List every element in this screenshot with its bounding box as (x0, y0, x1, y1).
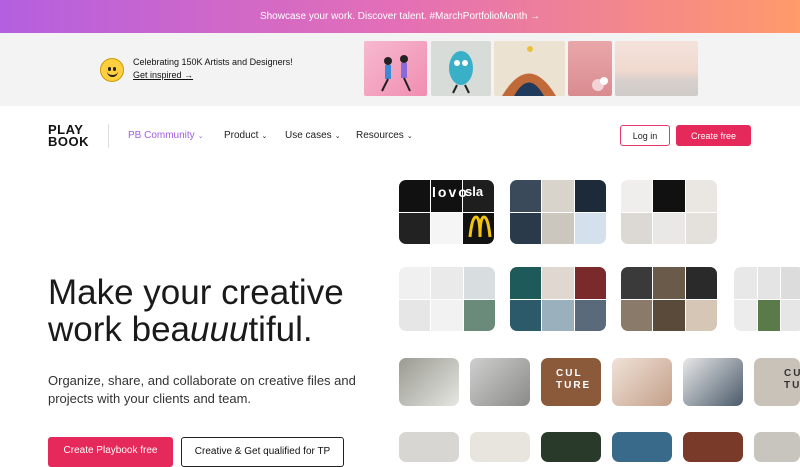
main-nav: PLAY BOOK PB Community ⌄ Product ⌄ Use cas… (0, 106, 800, 166)
gallery-tile-notebooks[interactable] (621, 180, 717, 244)
announcement-text[interactable]: Showcase your work. Discover talent. #Ma… (260, 11, 540, 22)
banner-thumb-arch[interactable] (494, 41, 565, 96)
gallery-tile-6[interactable] (399, 358, 459, 406)
hero-heading: Make your creative work beauuutiful. (48, 273, 344, 349)
announcement-bar[interactable]: Showcase your work. Discover talent. #Ma… (0, 0, 800, 33)
hero-subtext: Organize, share, and collaborate on crea… (48, 373, 356, 406)
gallery-tile-13[interactable] (470, 432, 530, 462)
smiley-icon (100, 58, 124, 82)
create-free-button[interactable]: Create free (676, 125, 751, 146)
gallery-tile-16[interactable] (683, 432, 743, 462)
banner-title: Celebrating 150K Artists and Designers! (133, 57, 293, 67)
gallery-tile-17[interactable] (754, 432, 800, 462)
banner-link[interactable]: Get inspired → (133, 70, 193, 80)
gallery-tile-desk[interactable] (399, 267, 495, 331)
banner-thumb-pink[interactable] (568, 41, 612, 96)
playbook-logo[interactable]: PLAY BOOK (48, 123, 89, 148)
mcdonalds-logo-icon (468, 215, 492, 238)
banner-thumb-sea[interactable] (615, 41, 698, 96)
gallery-tile-9[interactable] (612, 358, 672, 406)
hero-primary-cta[interactable]: Create Playbook free (48, 437, 173, 467)
gallery-tile-15[interactable] (612, 432, 672, 462)
nav-product[interactable]: Product ⌄ (224, 130, 267, 141)
gallery-tile-plant[interactable] (734, 267, 800, 331)
banner-thumb-creature[interactable] (431, 41, 491, 96)
gallery-tile-14[interactable] (541, 432, 601, 462)
nav-divider (108, 124, 109, 148)
gallery-tile-coffee[interactable] (510, 267, 606, 331)
nav-use-cases[interactable]: Use cases ⌄ (285, 130, 341, 141)
hero-secondary-cta[interactable]: Creative & Get qualified for TP (181, 437, 344, 467)
login-button[interactable]: Log in (620, 125, 670, 146)
tile-text-culture-2: CUL TURE (784, 368, 800, 391)
gallery-tile-portraits[interactable] (621, 267, 717, 331)
tile-text-sla: sla (465, 184, 484, 199)
gallery-tile-12[interactable] (399, 432, 459, 462)
tile-text-culture: CUL TURE (556, 368, 592, 391)
chevron-down-icon: ⌄ (406, 133, 413, 140)
chevron-down-icon: ⌄ (334, 133, 341, 140)
banner-thumb-dancers[interactable] (364, 41, 427, 96)
gallery-tile-10[interactable] (683, 358, 743, 406)
chevron-down-icon: ⌄ (197, 133, 204, 140)
tile-text-lovo: lovo (432, 184, 469, 200)
nav-pb-community[interactable]: PB Community ⌄ (128, 130, 204, 141)
chevron-down-icon: ⌄ (261, 133, 268, 140)
nav-resources[interactable]: Resources ⌄ (356, 130, 413, 141)
gallery-tile-books[interactable] (510, 180, 606, 244)
gallery-tile-7[interactable] (470, 358, 530, 406)
